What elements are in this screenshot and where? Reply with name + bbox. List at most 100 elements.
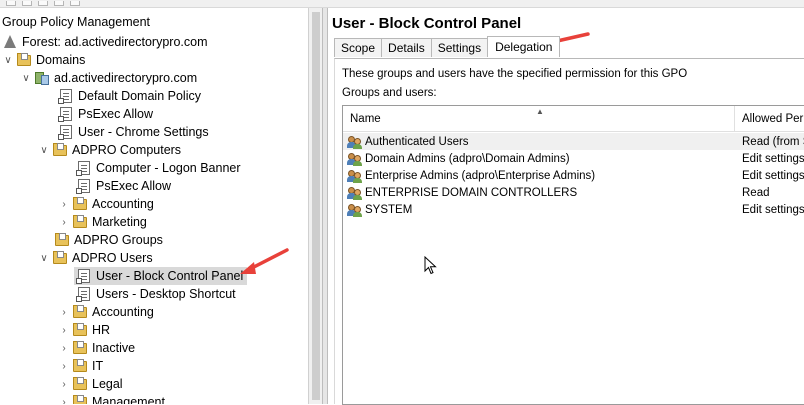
tree-root-title[interactable]: Group Policy Management — [2, 15, 150, 29]
tree-item-ou[interactable]: › Accounting — [58, 195, 154, 213]
delegation-panel: These groups and users have the specifie… — [334, 58, 804, 405]
tree-item-label: PsExec Allow — [78, 107, 154, 121]
tree-item-label: Default Domain Policy — [78, 89, 201, 103]
chevron-right-icon[interactable]: › — [58, 339, 70, 357]
tree-item-label: Legal — [92, 377, 123, 391]
column-header-permission[interactable]: Allowed Perm — [735, 106, 804, 132]
column-label: Name — [350, 113, 381, 125]
chevron-right-icon[interactable]: › — [58, 213, 70, 231]
tree-item-ou[interactable]: › HR — [58, 321, 110, 339]
toolbar-stub — [22, 1, 32, 6]
tree-item-ou[interactable]: › Inactive — [58, 339, 135, 357]
tree-item-domains[interactable]: ∨ Domains — [2, 51, 85, 69]
ou-folder-icon — [72, 304, 88, 320]
gpo-title: User - Block Control Panel — [332, 15, 522, 32]
ou-folder-icon — [72, 196, 88, 212]
chevron-down-icon[interactable]: ∨ — [38, 141, 50, 159]
tree-item-label: ADPRO Computers — [72, 143, 182, 157]
chevron-right-icon[interactable]: › — [58, 393, 70, 405]
list-item[interactable]: Authenticated Users Read (from S — [343, 133, 804, 150]
list-item[interactable]: Enterprise Admins (adpro\Enterprise Admi… — [343, 167, 804, 184]
domain-icon — [34, 70, 50, 86]
tree-item-ou[interactable]: › Accounting — [58, 303, 154, 321]
groups-users-label: Groups and users: — [342, 87, 437, 99]
ou-folder-icon — [52, 250, 68, 266]
gpo-link-icon — [58, 88, 74, 104]
chevron-right-icon[interactable]: › — [58, 357, 70, 375]
tree-item-domain[interactable]: ∨ ad.activedirectorypro.com — [20, 69, 197, 87]
ou-folder-icon — [52, 142, 68, 158]
list-header: Name ▲ Allowed Perm — [343, 106, 804, 132]
tree-item-gpo-link[interactable]: User - Chrome Settings — [58, 123, 209, 141]
tree-item-label: ADPRO Users — [72, 251, 153, 265]
tab-details[interactable]: Details — [381, 38, 432, 57]
tab-delegation[interactable]: Delegation — [487, 36, 561, 57]
tree-item-label: Management — [92, 395, 165, 404]
chevron-right-icon[interactable]: › — [58, 195, 70, 213]
list-item[interactable]: ENTERPRISE DOMAIN CONTROLLERS Read — [343, 184, 804, 201]
console-tree[interactable]: Group Policy Management Forest: ad.activ… — [0, 8, 308, 404]
ou-folder-icon — [72, 376, 88, 392]
user-group-icon — [347, 203, 363, 217]
tree-item-label: PsExec Allow — [96, 179, 172, 193]
tree-item-gpo-link[interactable]: Users - Desktop Shortcut — [76, 285, 236, 303]
principal-name: ENTERPRISE DOMAIN CONTROLLERS — [365, 186, 578, 199]
gpo-link-icon — [76, 178, 92, 194]
user-group-icon — [347, 169, 363, 183]
tree-scrollbar[interactable] — [308, 8, 322, 404]
tree-item-gpo-link[interactable]: Computer - Logon Banner — [76, 159, 241, 177]
tree-item-gpo-link[interactable]: Default Domain Policy — [58, 87, 201, 105]
tree-item-ou[interactable]: › Marketing — [58, 213, 147, 231]
toolbar-stub — [38, 1, 48, 6]
tree-item-ou[interactable]: › Management — [58, 393, 165, 404]
user-group-icon — [347, 152, 363, 166]
tree-item-label: ADPRO Groups — [74, 233, 163, 247]
list-item[interactable]: Domain Admins (adpro\Domain Admins) Edit… — [343, 150, 804, 167]
ou-folder-icon — [72, 322, 88, 338]
user-group-icon — [347, 135, 363, 149]
tree-item-label: Accounting — [92, 305, 154, 319]
permission-value: Edit settings, — [742, 152, 804, 165]
principal-name: SYSTEM — [365, 203, 413, 216]
chevron-right-icon[interactable]: › — [58, 303, 70, 321]
ou-folder-icon — [72, 394, 88, 404]
mouse-cursor-icon — [424, 256, 437, 275]
tree-item-ou[interactable]: › IT — [58, 357, 103, 375]
chevron-down-icon[interactable]: ∨ — [20, 69, 32, 87]
folder-icon — [16, 52, 32, 68]
permissions-list[interactable]: Name ▲ Allowed Perm Authenticated Users … — [342, 105, 804, 405]
tree-item-gpo-link-selected[interactable]: User - Block Control Panel — [74, 267, 248, 285]
tree-item-ou[interactable]: ∨ ADPRO Computers — [38, 141, 181, 159]
principal-name: Domain Admins (adpro\Domain Admins) — [365, 152, 570, 165]
gpo-detail-pane: User - Block Control Panel Scope Details… — [328, 8, 804, 405]
chevron-right-icon[interactable]: › — [58, 321, 70, 339]
tree-item-gpo-link[interactable]: PsExec Allow — [76, 177, 171, 195]
scrollbar-thumb[interactable] — [312, 12, 320, 400]
sort-ascending-icon: ▲ — [536, 107, 544, 116]
tree-item-gpo-link[interactable]: PsExec Allow — [58, 105, 153, 123]
tree-item-ou[interactable]: › Legal — [58, 375, 123, 393]
list-item[interactable]: SYSTEM Edit settings, — [343, 201, 804, 218]
tree-item-forest[interactable]: Forest: ad.activedirectorypro.com — [2, 33, 208, 51]
gpo-link-icon — [76, 286, 92, 302]
ou-folder-icon — [72, 340, 88, 356]
tree-item-label: ad.activedirectorypro.com — [54, 71, 198, 85]
permission-value: Edit settings, — [742, 169, 804, 182]
chevron-right-icon[interactable]: › — [58, 375, 70, 393]
chevron-down-icon[interactable]: ∨ — [38, 249, 50, 267]
tree-item-label: User - Block Control Panel — [96, 269, 244, 283]
tree-item-label: HR — [92, 323, 111, 337]
ou-folder-icon — [72, 214, 88, 230]
user-group-icon — [347, 186, 363, 200]
chevron-down-icon[interactable]: ∨ — [2, 51, 14, 69]
tab-strip: Scope Details Settings Delegation — [334, 36, 561, 58]
tree-item-ou[interactable]: ∨ ADPRO Users — [38, 249, 153, 267]
column-label: Allowed Perm — [742, 113, 804, 125]
tree-item-label: Accounting — [92, 197, 154, 211]
tree-item-ou[interactable]: ADPRO Groups — [54, 231, 163, 249]
forest-icon — [2, 34, 18, 50]
tab-scope[interactable]: Scope — [334, 38, 383, 57]
permission-value: Edit settings, — [742, 203, 804, 216]
tab-settings[interactable]: Settings — [430, 38, 489, 57]
ou-folder-icon — [72, 358, 88, 374]
